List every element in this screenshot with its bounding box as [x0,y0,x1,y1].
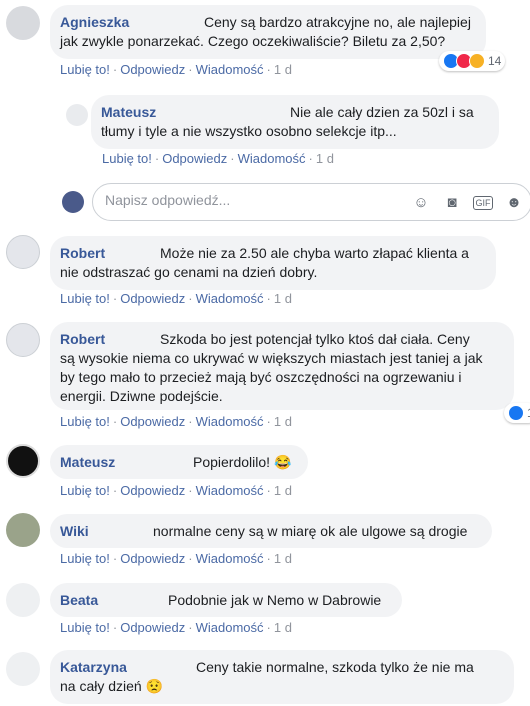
emoji-icon[interactable]: ☺ [411,193,431,213]
gif-icon[interactable]: GIF [473,196,493,210]
like-link[interactable]: Lubię to! [60,551,110,566]
timestamp[interactable]: 1 d [274,551,292,566]
comment-author[interactable]: Wiki [60,522,89,541]
comment-bubble: Robert Szkoda bo jest potencjał tylko kt… [50,322,514,410]
reaction-count: 14 [488,54,502,68]
comment-actions: Lubię to! · Odpowiedz · Wiadomość · 1 d [102,151,334,166]
comment-author[interactable]: Agnieszka [60,13,129,32]
comment-text: na cały dzień 😟 [60,678,164,694]
comment-author[interactable]: Robert [60,244,105,263]
comment-text: nie odstraszać go cenami na dzień dobry. [60,264,318,280]
like-link[interactable]: Lubię to! [60,483,110,498]
avatar[interactable] [6,235,40,269]
comment-text: Ceny są bardzo atrakcyjne no, ale najlep… [204,14,471,30]
avatar[interactable] [6,323,40,357]
comment-actions: Lubię to! · Odpowiedz · Wiadomość · 1 d [60,551,292,566]
comment-text: Nie ale cały dzien za 50zl i sa [290,104,474,120]
reply-link[interactable]: Odpowiedz [120,620,185,635]
comment-actions: Lubię to! · Odpowiedz · Wiadomość · 1 d [60,620,292,635]
comment-author[interactable]: Robert [60,330,105,349]
comment-actions: Lubię to! · Odpowiedz · Wiadomość · 1 d [60,483,292,498]
comment-bubble: Mateusz Nie ale cały dzien za 50zl i sa … [91,95,499,149]
comment-text: Podobnie jak w Nemo w Dabrowie [168,592,382,608]
timestamp[interactable]: 1 d [274,620,292,635]
message-link[interactable]: Wiadomość [196,291,264,306]
reply-link[interactable]: Odpowiedz [120,551,185,566]
comment-author[interactable]: Mateusz [101,103,156,122]
timestamp[interactable]: 1 d [274,414,292,429]
like-link[interactable]: Lubię to! [60,62,110,77]
like-link[interactable]: Lubię to! [60,291,110,306]
camera-icon[interactable]: ◙ [442,193,462,213]
comment-bubble: Mateusz Popierdolilo! 😂 [50,445,308,479]
avatar [62,191,84,213]
avatar[interactable] [66,104,88,126]
comment-text: Popierdolilo! 😂 [193,454,292,470]
message-link[interactable]: Wiadomość [196,62,264,77]
haha-icon [469,53,485,69]
reply-input[interactable] [105,192,395,208]
reply-box: ☺ ◙ GIF ☻ [92,183,530,221]
message-link[interactable]: Wiadomość [196,414,264,429]
comment-author[interactable]: Katarzyna [60,658,127,677]
message-link[interactable]: Wiadomość [196,483,264,498]
reply-link[interactable]: Odpowiedz [162,151,227,166]
timestamp[interactable]: 1 d [274,291,292,306]
comment-text: normalne ceny są w miarę ok ale ulgowe s… [153,523,468,539]
comment-text: Może nie za 2.50 ale chyba warto złapać … [160,245,469,261]
timestamp[interactable]: 1 d [274,62,292,77]
comment-bubble: Wiki normalne ceny są w miarę ok ale ulg… [50,514,492,548]
comment-actions: Lubię to! · Odpowiedz · Wiadomość · 1 d [60,62,292,77]
like-link[interactable]: Lubię to! [60,414,110,429]
reply-link[interactable]: Odpowiedz [120,414,185,429]
like-icon [508,405,524,421]
comment-bubble: Beata Podobnie jak w Nemo w Dabrowie [50,583,402,617]
message-link[interactable]: Wiadomość [196,551,264,566]
comment-text: energii. Dziwne podejście. [60,388,223,404]
avatar[interactable] [6,513,40,547]
comment-text: Ceny takie normalne, szkoda tylko że nie… [196,659,474,675]
sticker-icon[interactable]: ☻ [504,193,524,213]
avatar[interactable] [6,444,40,478]
avatar[interactable] [6,583,40,617]
comment-bubble: Agnieszka Ceny są bardzo atrakcyjne no, … [50,5,486,59]
avatar[interactable] [6,6,40,40]
like-link[interactable]: Lubię to! [60,620,110,635]
timestamp[interactable]: 1 d [274,483,292,498]
comment-bubble: Robert Może nie za 2.50 ale chyba warto … [50,236,496,290]
comment-author[interactable]: Mateusz [60,453,115,472]
reply-link[interactable]: Odpowiedz [120,291,185,306]
comment-actions: Lubię to! · Odpowiedz · Wiadomość · 1 d [60,291,292,306]
like-link[interactable]: Lubię to! [102,151,152,166]
avatar[interactable] [6,652,40,686]
reply-link[interactable]: Odpowiedz [120,483,185,498]
comment-text: jak zwykle ponarzekać. Czego oczekiwaliś… [60,33,446,49]
comment-author[interactable]: Beata [60,591,98,610]
comment-text: tłumy i tyle a nie wszystko osobno selek… [101,123,397,139]
reply-link[interactable]: Odpowiedz [120,62,185,77]
comment-actions: Lubię to! · Odpowiedz · Wiadomość · 1 d [60,414,292,429]
comment-text: Szkoda bo jest potencjał tylko ktoś dał … [160,331,470,347]
comment-bubble: Katarzyna Ceny takie normalne, szkoda ty… [50,650,514,704]
comment-text: są wysokie niema co ukrywać w większych … [60,350,483,366]
reaction-summary[interactable]: 1 [504,403,530,423]
comment-text: by tego mało to przecież mają być oszczę… [60,369,462,385]
message-link[interactable]: Wiadomość [196,620,264,635]
reaction-summary[interactable]: 14 [439,51,506,71]
message-link[interactable]: Wiadomość [238,151,306,166]
timestamp[interactable]: 1 d [316,151,334,166]
